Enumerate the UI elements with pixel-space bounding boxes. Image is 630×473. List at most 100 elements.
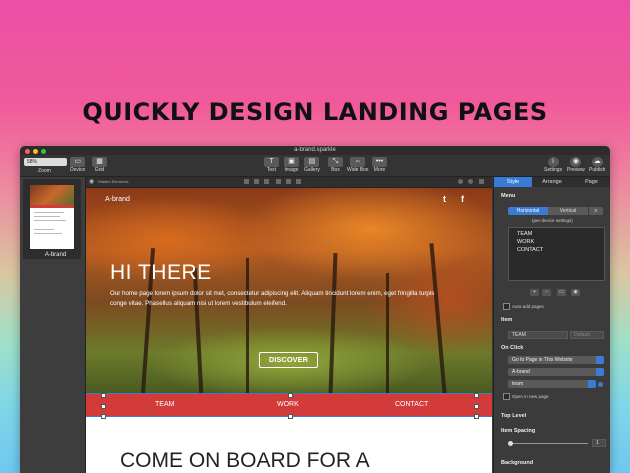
title-bar: a-brand.sparkle [20,146,610,155]
add-item-button[interactable]: + [530,289,539,296]
tab-style[interactable]: Style [494,177,532,187]
page-thumbnail-preview [30,185,74,249]
auto-add-checkbox[interactable] [503,303,510,310]
list-item[interactable]: WORK [517,239,534,245]
site-menu[interactable]: TEAM WORK CONTACT [86,393,492,419]
hero-title[interactable]: HI THERE [110,261,212,285]
resize-handle[interactable] [474,404,479,409]
tab-arrange[interactable]: Arrange [533,177,571,187]
web-page: A-brand t f HI THERE Our home page lorem… [86,188,492,473]
menu-items-list[interactable]: TEAM WORK CONTACT [508,227,605,281]
window-title: a-brand.sparkle [294,147,336,153]
eye-icon[interactable]: ◉ [571,289,580,296]
section-title[interactable]: COME ON BOARD FOR A [120,449,370,473]
remove-item-button[interactable]: − [542,289,551,296]
resize-handle[interactable] [288,393,293,398]
align-left-icon[interactable] [244,179,249,184]
resize-handle[interactable] [474,414,479,419]
inspector-panel: Style Arrange Page Menu Horizontal Verti… [493,177,610,473]
image-tool-button[interactable]: ▣ Image [284,157,299,173]
onclick-anchor-select[interactable]: team [508,380,596,388]
vertical-toggle[interactable]: Vertical [548,207,588,215]
widebox-icon: ⇔ [350,157,366,167]
publish-button[interactable]: ☁ Publish [589,157,605,173]
hero-text[interactable]: Our home page lorem ipsum dolor sit met,… [110,289,440,309]
eye-icon[interactable]: ◉ [89,178,94,185]
align-right-icon[interactable] [264,179,269,184]
more-icon: ••• [372,157,387,167]
pages-sidebar: A-brand [20,177,86,473]
device-button[interactable]: ▭ Device [70,157,85,173]
design-canvas[interactable]: A-brand t f HI THERE Our home page lorem… [86,188,492,473]
horizontal-toggle[interactable]: Horizontal [508,207,548,215]
onclick-page-select[interactable]: A-brand [508,368,604,376]
zoom-select[interactable]: 58% [24,158,67,166]
facebook-icon[interactable]: f [461,194,464,204]
promo-headline: QUICKLY DESIGN LANDING PAGES [82,98,548,126]
top-level-label: Top Level [501,413,527,419]
item-spacing-slider[interactable] [508,443,588,444]
menu-section-label: Menu [501,193,516,199]
resize-handle[interactable] [288,414,293,419]
cloud-upload-icon: ☁ [591,157,603,167]
align-top-icon[interactable] [276,179,281,184]
align-middle-icon[interactable] [286,179,291,184]
list-item[interactable]: CONTACT [517,247,543,253]
list-item[interactable]: TEAM [517,231,532,237]
per-device-note: (per-device settings) [532,218,573,223]
hidden-elements-label: Hidden Elements [98,179,129,184]
text-icon: T [264,157,279,167]
resize-handle[interactable] [474,393,479,398]
background-label: Background [501,460,534,466]
item-spacing-label: Item Spacing [501,428,536,434]
text-tool-button[interactable]: T Text [264,157,279,173]
twitter-icon[interactable]: t [443,194,446,204]
item-default-field[interactable]: Default [570,331,604,339]
layer-icon[interactable] [458,179,463,184]
open-new-label: Open in new page [512,394,549,399]
open-new-checkbox[interactable] [503,393,510,400]
site-brand[interactable]: A-brand [105,196,130,203]
box-icon: ⤡ [328,157,343,167]
item-name-field[interactable]: TEAM [508,331,568,339]
widebox-tool-button[interactable]: ⇔ Wide Box [347,157,368,173]
image-icon: ▣ [284,157,299,167]
canvas-toolbar: ◉ Hidden Elements [86,177,492,188]
chevron-down-icon [596,356,604,364]
device-icon: ▭ [70,157,86,167]
eye-icon: ◉ [570,157,582,167]
tab-page[interactable]: Page [572,177,610,187]
menu-item-contact[interactable]: CONTACT [395,394,428,416]
settings-button[interactable]: i Settings [544,157,562,173]
zoom-label: Zoom [38,168,51,174]
hero-image[interactable]: A-brand t f HI THERE Our home page lorem… [86,188,492,395]
layer-icon[interactable] [468,179,473,184]
grid-icon: ▦ [92,157,107,167]
resize-handle[interactable] [101,393,106,398]
menu-item-team[interactable]: TEAM [155,394,174,416]
slider-knob[interactable] [508,441,513,446]
onclick-action-select[interactable]: Go to Page in This Website [508,356,604,364]
preview-button[interactable]: ◉ Preview [567,157,585,173]
resize-handle[interactable] [101,414,106,419]
auto-add-label: Auto-add pages [512,304,544,309]
align-center-icon[interactable] [254,179,259,184]
layer-icon[interactable] [479,179,484,184]
gallery-tool-button[interactable]: ▤ Gallery [304,157,320,173]
chevron-down-icon [588,380,596,388]
page-thumbnail[interactable]: A-brand [23,179,81,259]
discover-button[interactable]: DISCOVER [259,352,318,368]
more-tool-button[interactable]: ••• More [372,157,387,173]
align-bottom-icon[interactable] [296,179,301,184]
app-window: a-brand.sparkle 58% Zoom ▭ Device ▦ Grid T… [20,146,610,473]
box-tool-button[interactable]: ⤡ Box [328,157,343,173]
info-icon: i [547,157,559,167]
item-spacing-field[interactable]: 1 [592,439,606,447]
folder-icon[interactable]: ▭ [557,289,566,296]
page-thumbnail-label: A-brand [44,252,67,258]
resize-handle[interactable] [101,404,106,409]
list-style-icon[interactable]: ≡ [589,207,603,215]
grid-button[interactable]: ▦ Grid [92,157,107,173]
go-arrow-icon[interactable] [598,382,603,387]
gallery-icon: ▤ [304,157,320,167]
